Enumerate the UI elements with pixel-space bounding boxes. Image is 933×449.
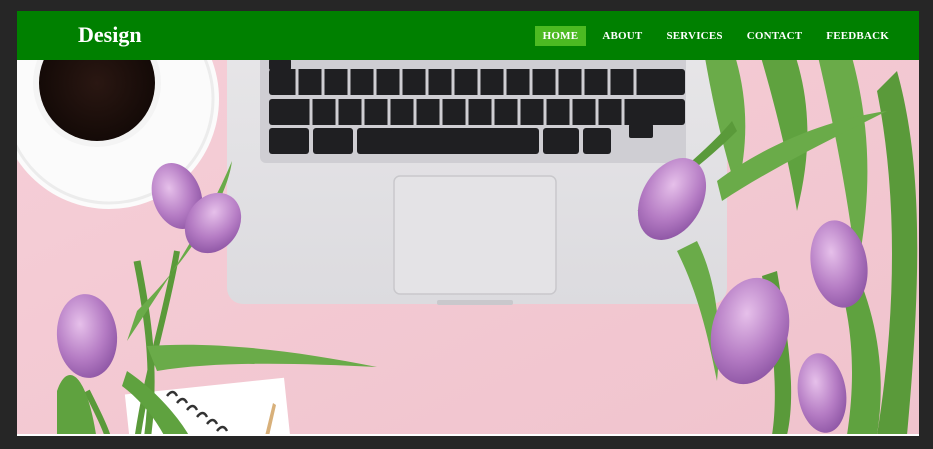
nav-about-link[interactable]: ABOUT <box>594 26 650 46</box>
brand-logo-text[interactable]: Design <box>78 22 142 48</box>
nav-feedback-link[interactable]: FEEDBACK <box>818 26 897 46</box>
hero-image <box>17 11 919 435</box>
bottom-divider <box>17 434 919 436</box>
nav-services-link[interactable]: SERVICES <box>658 26 730 46</box>
nav-contact-link[interactable]: CONTACT <box>739 26 811 46</box>
nav-home-link[interactable]: HOME <box>534 26 587 46</box>
main-nav: HOME ABOUT SERVICES CONTACT FEEDBACK <box>527 26 897 46</box>
page-frame: Design HOME ABOUT SERVICES CONTACT FEEDB… <box>17 11 919 435</box>
top-navbar: Design HOME ABOUT SERVICES CONTACT FEEDB… <box>17 11 919 60</box>
